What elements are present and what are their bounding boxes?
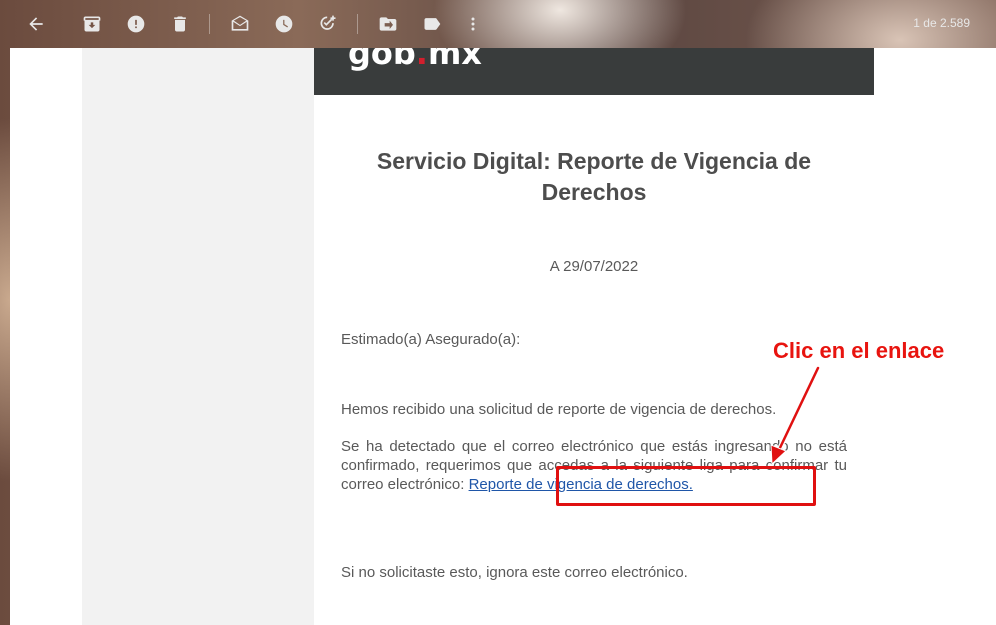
greeting-text: Estimado(a) Asegurado(a): (341, 331, 521, 348)
gobmx-logo: gob.mx (348, 48, 482, 72)
message-counter: 1 de 2.589 (913, 16, 970, 30)
toolbar-separator (209, 14, 210, 34)
email-card: gob.mx Servicio Digital: Reporte de Vige… (314, 48, 874, 625)
paragraph-ignore: Si no solicitaste esto, ignora este corr… (341, 564, 688, 581)
archive-icon[interactable] (80, 12, 104, 36)
email-toolbar: 1 de 2.589 (0, 0, 996, 48)
toolbar-separator (357, 14, 358, 34)
report-spam-icon[interactable] (124, 12, 148, 36)
link-highlight-box (556, 466, 816, 506)
snooze-icon[interactable] (272, 12, 296, 36)
paragraph-request: Hemos recibido una solicitud de reporte … (341, 401, 777, 418)
email-header-banner: gob.mx (314, 48, 874, 95)
back-arrow-icon[interactable] (24, 12, 48, 36)
email-title: Servicio Digital: Reporte de Vigencia de… (376, 148, 812, 205)
annotation-label: Clic en el enlace (773, 338, 945, 363)
add-task-icon[interactable] (316, 12, 340, 36)
more-options-icon[interactable] (461, 12, 485, 36)
delete-icon[interactable] (168, 12, 192, 36)
mark-unread-icon[interactable] (228, 12, 252, 36)
email-date: A 29/07/2022 (549, 258, 639, 275)
label-icon[interactable] (420, 12, 444, 36)
move-to-icon[interactable] (376, 12, 400, 36)
